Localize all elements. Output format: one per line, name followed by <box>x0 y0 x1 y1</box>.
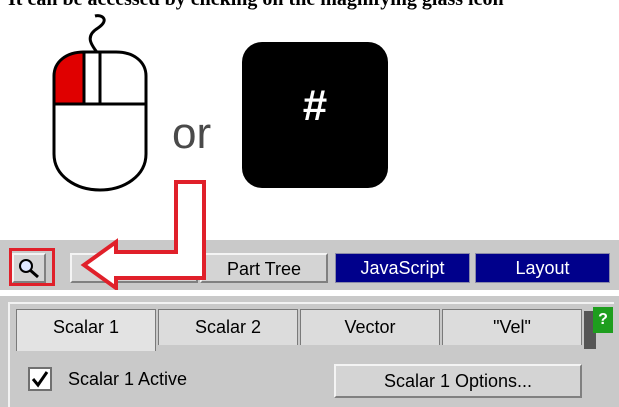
part-tree-button[interactable]: Part Tree <box>200 253 328 283</box>
tab-vel[interactable]: "Vel" <box>442 309 582 345</box>
tutorial-screenshot: It can be accessed by clicking on the ma… <box>0 0 619 407</box>
javascript-button[interactable]: JavaScript <box>335 253 470 283</box>
mouse-right-button <box>98 50 148 106</box>
red-arrow-shape <box>80 180 206 290</box>
help-button[interactable]: ? <box>593 307 613 333</box>
tab-scalar-1[interactable]: Scalar 1 <box>16 309 156 351</box>
checkmark-icon <box>31 371 49 388</box>
mouse-left-click-icon <box>52 14 148 192</box>
scalar-active-label: Scalar 1 Active <box>68 369 188 389</box>
layout-button[interactable]: Layout <box>475 253 610 283</box>
red-arrow-icon <box>80 180 206 290</box>
caption-text: It can be accessed by clicking on the ma… <box>8 0 618 11</box>
mouse-cable <box>88 14 106 57</box>
scalar-active-checkbox[interactable] <box>28 367 52 391</box>
or-label: or <box>172 109 212 158</box>
mouse-body <box>52 102 148 192</box>
tab-vector[interactable]: Vector <box>300 309 440 345</box>
search-button[interactable] <box>12 253 46 283</box>
mouse-middle-button <box>82 50 102 106</box>
hash-key-icon: # <box>242 42 388 188</box>
magnifying-glass-icon <box>19 259 39 279</box>
scalar-options-button[interactable]: Scalar 1 Options... <box>334 364 582 398</box>
hash-key-label: # <box>302 81 328 130</box>
mouse-left-button <box>52 50 86 106</box>
tab-scalar-2[interactable]: Scalar 2 <box>158 309 298 345</box>
